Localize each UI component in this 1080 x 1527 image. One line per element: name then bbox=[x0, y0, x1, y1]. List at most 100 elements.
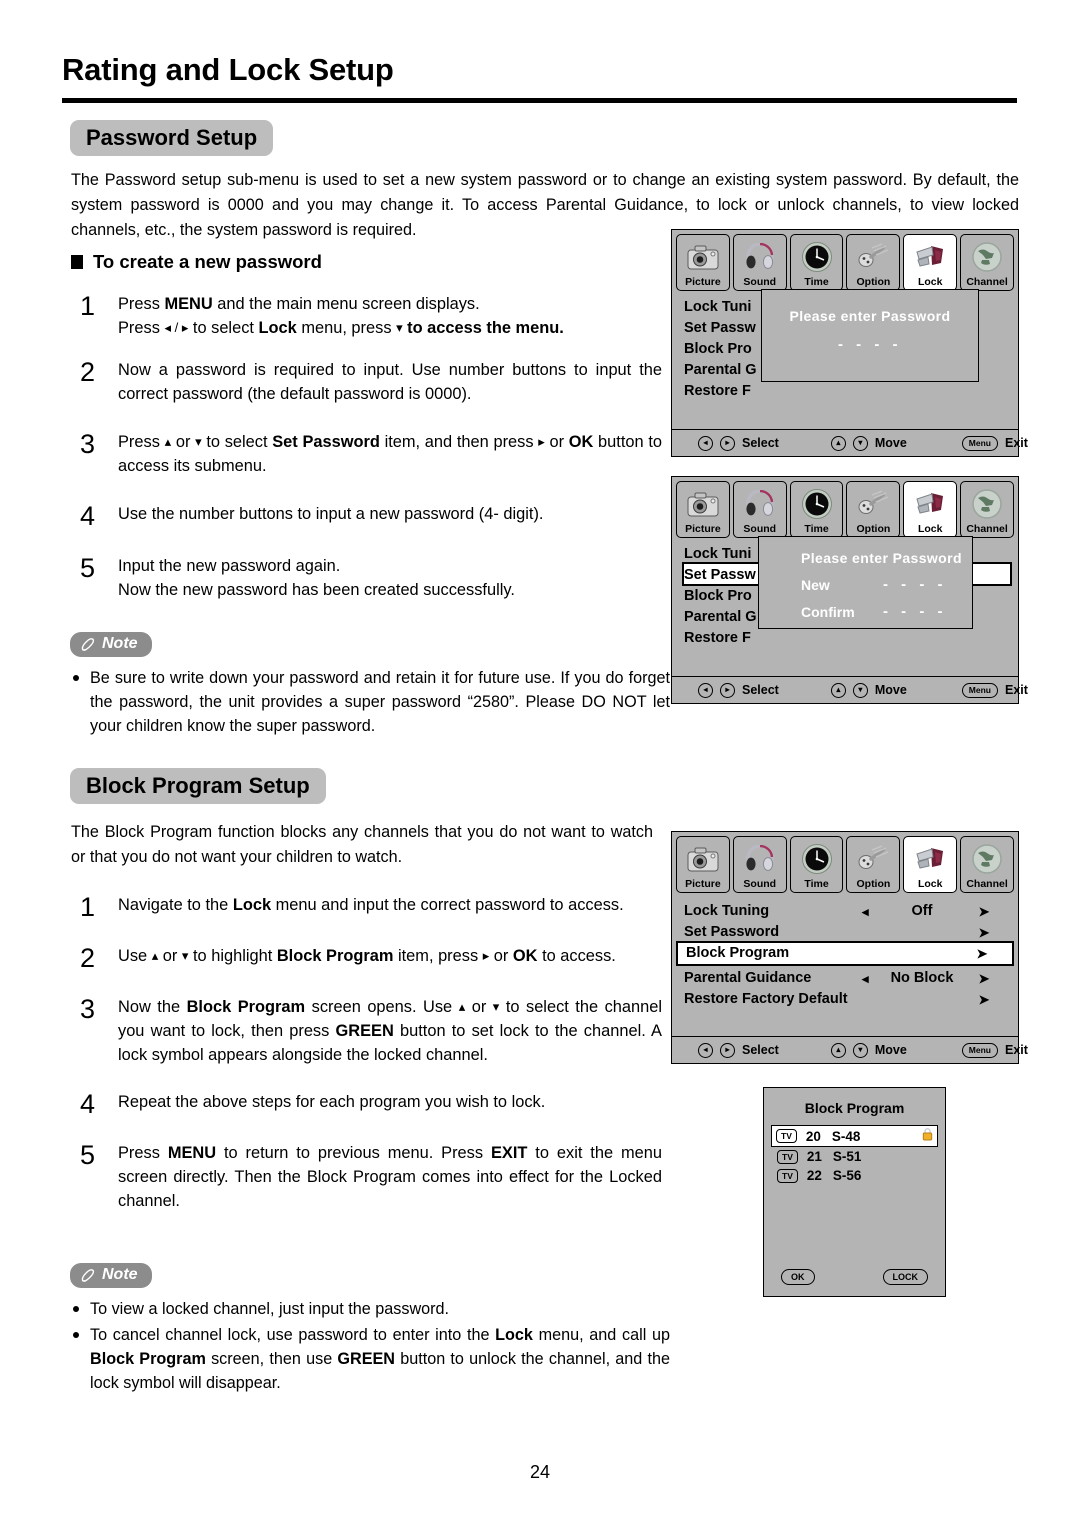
osd-tab-option[interactable]: Option bbox=[846, 234, 901, 291]
osd-tab-label: Picture bbox=[685, 276, 721, 288]
step-text-part: or bbox=[158, 947, 182, 965]
osd-tab-label: Time bbox=[804, 878, 829, 890]
step-text-part: Press bbox=[118, 1144, 168, 1162]
clock-icon bbox=[791, 485, 843, 523]
step-text-bold: Lock bbox=[258, 319, 297, 337]
osd-menu-row-set-password[interactable]: Set Password ➤ bbox=[684, 922, 1006, 943]
right-arrow-icon[interactable]: ➤ bbox=[962, 968, 1006, 989]
left-arrow-icon[interactable]: ◂ bbox=[862, 901, 882, 922]
step-text-part: Press bbox=[118, 295, 165, 313]
osd-tab-picture[interactable]: Picture bbox=[676, 234, 730, 291]
step-text-part: Press bbox=[118, 319, 165, 337]
block-intro-paragraph: The Block Program function blocks any ch… bbox=[71, 823, 653, 866]
lock-icon bbox=[904, 840, 956, 878]
step-text-part: or bbox=[171, 433, 196, 451]
step-text-part: and the main menu screen displays. bbox=[212, 295, 480, 313]
menu-button-icon: Menu bbox=[961, 682, 998, 698]
osd-tab-channel[interactable]: Channel bbox=[960, 836, 1014, 893]
right-arrow-icon[interactable]: ➤ bbox=[962, 922, 1006, 943]
osd-tab-label: Time bbox=[804, 523, 829, 535]
osd-tab-channel[interactable]: Channel bbox=[960, 234, 1014, 291]
subheading-label: To create a new password bbox=[93, 251, 322, 272]
right-arrow-icon[interactable]: ➤ bbox=[962, 989, 1006, 1010]
headphones-icon bbox=[734, 840, 786, 878]
step-text-bold: Set Password bbox=[272, 433, 380, 451]
step-text-part: Press bbox=[118, 433, 165, 451]
lock-icon bbox=[904, 238, 956, 276]
channel-number: 21 bbox=[806, 1149, 822, 1164]
padlock-icon bbox=[917, 1128, 933, 1144]
note-text-part: screen, then use bbox=[205, 1350, 338, 1368]
osd-tab-lock[interactable]: Lock bbox=[903, 836, 958, 893]
footer-move-label: Move bbox=[874, 683, 907, 697]
channel-row[interactable]: TV 22 S-56 bbox=[773, 1166, 936, 1185]
page-title: Rating and Lock Setup bbox=[62, 52, 394, 87]
osd-tab-picture[interactable]: Picture bbox=[676, 836, 730, 893]
osd-tab-picture[interactable]: Picture bbox=[676, 481, 730, 538]
osd-tab-lock[interactable]: Lock bbox=[903, 234, 958, 291]
osd-tab-time[interactable]: Time bbox=[789, 234, 844, 291]
osd-tab-option[interactable]: Option bbox=[846, 481, 901, 538]
note-label: Note bbox=[102, 635, 138, 652]
osd-tab-option[interactable]: Option bbox=[846, 836, 901, 893]
dialog-title: Block Program bbox=[804, 1100, 905, 1116]
footer-exit-label: Exit bbox=[1005, 436, 1028, 450]
osd-tab-sound[interactable]: Sound bbox=[732, 481, 787, 538]
step-item: 4 Use the number buttons to input a new … bbox=[72, 502, 662, 530]
osd-tab-channel[interactable]: Channel bbox=[960, 481, 1014, 538]
osd-menu-label: Block Program bbox=[686, 945, 790, 961]
step-number: 5 bbox=[80, 1140, 96, 1170]
osd-menu-row-block-program[interactable]: Block Program ➤ bbox=[676, 941, 1014, 966]
footer-move-group: ▴ ▾ Move bbox=[830, 1042, 907, 1058]
menu-button-icon: Menu bbox=[961, 1042, 998, 1058]
osd-menu-row-lock-tuning[interactable]: Lock Tuning ◂ Off ➤ bbox=[684, 901, 1006, 922]
headphones-icon bbox=[734, 238, 786, 276]
channel-row[interactable]: TV 21 S-51 bbox=[773, 1147, 936, 1166]
osd-menu-row[interactable]: Restore F bbox=[684, 628, 1006, 649]
overlay-new-label: New bbox=[801, 576, 830, 593]
lock-icon bbox=[904, 485, 956, 523]
password-dashes: - - - - bbox=[838, 336, 902, 353]
section-heading-password-setup: Password Setup bbox=[70, 120, 274, 157]
osd-tab-label: Sound bbox=[743, 878, 777, 890]
camera-icon bbox=[677, 840, 729, 878]
osd-tab-sound[interactable]: Sound bbox=[732, 836, 787, 893]
note-badge: Note bbox=[70, 632, 152, 657]
globe-icon bbox=[961, 840, 1013, 878]
right-arrow-icon[interactable]: ➤ bbox=[962, 901, 1006, 922]
block-program-dialog: Block Program TV 20 S-48 TV 21 S-51 TV 2… bbox=[763, 1087, 946, 1297]
osd-tab-lock[interactable]: Lock bbox=[903, 481, 958, 538]
osd-menu-label: Parental Guidance bbox=[684, 970, 812, 986]
confirm-password-dashes: - - - - bbox=[883, 603, 947, 620]
osd-screenshot-password-prompt: Picture Sound Time Option Lock Channel L… bbox=[671, 229, 1028, 457]
step-text-part: Use bbox=[118, 947, 152, 965]
page-number: 24 bbox=[529, 1462, 551, 1482]
footer-exit-label: Exit bbox=[1005, 1043, 1028, 1057]
osd-tab-time[interactable]: Time bbox=[789, 481, 844, 538]
footer-select-label: Select bbox=[742, 683, 779, 697]
osd-tab-sound[interactable]: Sound bbox=[732, 234, 787, 291]
osd-menu-row[interactable]: Restore F bbox=[684, 381, 1006, 402]
osd-menu-row-parental-guidance[interactable]: Parental Guidance ◂ No Block ➤ bbox=[684, 968, 1006, 989]
title-rule bbox=[62, 98, 1017, 103]
plug-icon bbox=[847, 485, 899, 523]
left-arrow-icon[interactable]: ◂ bbox=[862, 968, 882, 989]
channel-name: S-48 bbox=[831, 1128, 861, 1144]
osd-menu-row-restore-factory-default[interactable]: Restore Factory Default ➤ bbox=[684, 989, 1006, 1010]
lock-button[interactable]: LOCK bbox=[882, 1269, 928, 1285]
clock-icon bbox=[791, 840, 843, 878]
ok-button[interactable]: OK bbox=[781, 1269, 815, 1285]
osd-tab-label: Channel bbox=[966, 523, 1008, 535]
osd-tab-label: Option bbox=[856, 523, 891, 535]
footer-exit-group: Menu Exit bbox=[961, 435, 1028, 451]
step-text-part: item, press bbox=[393, 947, 483, 965]
osd-tab-time[interactable]: Time bbox=[789, 836, 844, 893]
step-text: Navigate to the Lock menu and input the … bbox=[118, 893, 662, 917]
arrow-right-button-icon: ▸ bbox=[720, 435, 735, 451]
step-text-part: to select bbox=[188, 319, 259, 337]
channel-row-selected[interactable]: TV 20 S-48 bbox=[771, 1125, 938, 1147]
right-arrow-icon[interactable]: ➤ bbox=[960, 943, 1004, 964]
step-text: Press MENU and the main menu screen disp… bbox=[118, 292, 662, 340]
osd-menu-label: Restore F bbox=[684, 383, 751, 399]
step-text-bold: Block Program bbox=[186, 998, 306, 1016]
